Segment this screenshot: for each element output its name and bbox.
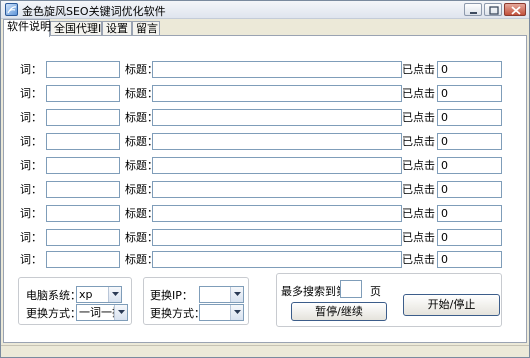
chevron-down-icon[interactable] bbox=[230, 287, 243, 302]
word-input[interactable] bbox=[46, 181, 120, 198]
title-input[interactable] bbox=[152, 229, 402, 246]
word-label: 词： bbox=[20, 231, 42, 244]
word-label: 词： bbox=[20, 183, 42, 196]
page-unit-label: 页 bbox=[370, 285, 381, 298]
clicks-label: 已点击 bbox=[402, 111, 435, 124]
change-mode-label: 更换方式： bbox=[26, 307, 81, 320]
clicks-label: 已点击 bbox=[402, 253, 435, 266]
clicks-label: 已点击 bbox=[402, 135, 435, 148]
ip-settings-group: 更换IP： 更换方式： bbox=[143, 277, 249, 325]
word-input[interactable] bbox=[46, 61, 120, 78]
word-label: 词： bbox=[20, 207, 42, 220]
os-label: 电脑系统： bbox=[26, 289, 81, 302]
title-input[interactable] bbox=[152, 109, 402, 126]
max-search-label: 最多搜索到第 bbox=[281, 285, 347, 298]
word-input[interactable] bbox=[46, 157, 120, 174]
maximize-button[interactable] bbox=[484, 3, 502, 16]
tab-software-info[interactable]: 软件说明 bbox=[3, 19, 51, 37]
word-label: 词： bbox=[20, 253, 42, 266]
minimize-button[interactable] bbox=[464, 3, 482, 16]
tab-messages[interactable]: 留言 bbox=[132, 21, 160, 36]
word-input[interactable] bbox=[46, 109, 120, 126]
pause-continue-button[interactable]: 暂停/继续 bbox=[291, 302, 387, 321]
title-input[interactable] bbox=[152, 85, 402, 102]
title-input[interactable] bbox=[152, 133, 402, 150]
clicks-label: 已点击 bbox=[402, 207, 435, 220]
clicks-count-field[interactable]: 0 bbox=[437, 61, 502, 78]
clicks-count-field[interactable]: 0 bbox=[437, 251, 502, 268]
app-window: 金色旋风SEO关键词优化软件 软件说明 全国代理IP 设置 留言 词： 标题： … bbox=[0, 0, 530, 358]
word-input[interactable] bbox=[46, 85, 120, 102]
change-ip-select[interactable] bbox=[199, 286, 244, 303]
chevron-down-icon[interactable] bbox=[114, 305, 127, 320]
close-button[interactable] bbox=[504, 3, 526, 16]
clicks-label: 已点击 bbox=[402, 183, 435, 196]
word-label: 词： bbox=[20, 63, 42, 76]
change-mode-select-value: 一词一换 bbox=[79, 306, 115, 319]
word-input[interactable] bbox=[46, 229, 120, 246]
word-label: 词： bbox=[20, 87, 42, 100]
word-label: 词： bbox=[20, 111, 42, 124]
title-input[interactable] bbox=[152, 251, 402, 268]
max-search-page-input[interactable] bbox=[340, 280, 362, 298]
change-mode-select[interactable]: 一词一换 bbox=[76, 304, 128, 321]
title-input[interactable] bbox=[152, 61, 402, 78]
search-control-group: 最多搜索到第 页 暂停/继续 开始/停止 bbox=[276, 273, 502, 327]
title-input[interactable] bbox=[152, 157, 402, 174]
start-stop-button[interactable]: 开始/停止 bbox=[403, 294, 500, 316]
tab-settings[interactable]: 设置 bbox=[102, 21, 132, 36]
title-bar[interactable]: 金色旋风SEO关键词优化软件 bbox=[1, 1, 529, 19]
os-select[interactable]: xp bbox=[76, 286, 122, 303]
word-input[interactable] bbox=[46, 205, 120, 222]
clicks-count-field[interactable]: 0 bbox=[437, 109, 502, 126]
clicks-label: 已点击 bbox=[402, 159, 435, 172]
clicks-count-field[interactable]: 0 bbox=[437, 229, 502, 246]
title-input[interactable] bbox=[152, 181, 402, 198]
clicks-count-field[interactable]: 0 bbox=[437, 85, 502, 102]
tab-proxy-ip[interactable]: 全国代理IP bbox=[50, 21, 108, 36]
os-select-value: xp bbox=[79, 288, 93, 301]
clicks-label: 已点击 bbox=[402, 63, 435, 76]
word-label: 词： bbox=[20, 159, 42, 172]
word-input[interactable] bbox=[46, 133, 120, 150]
change-ip-label: 更换IP： bbox=[150, 289, 193, 302]
chevron-down-icon[interactable] bbox=[230, 305, 243, 320]
clicks-label: 已点击 bbox=[402, 87, 435, 100]
clicks-count-field[interactable]: 0 bbox=[437, 205, 502, 222]
clicks-label: 已点击 bbox=[402, 231, 435, 244]
window-title: 金色旋风SEO关键词优化软件 bbox=[22, 5, 166, 18]
clicks-count-field[interactable]: 0 bbox=[437, 157, 502, 174]
system-settings-group: 电脑系统： xp 更换方式： 一词一换 bbox=[18, 277, 132, 325]
chevron-down-icon[interactable] bbox=[108, 287, 121, 302]
word-label: 词： bbox=[20, 135, 42, 148]
word-input[interactable] bbox=[46, 251, 120, 268]
clicks-count-field[interactable]: 0 bbox=[437, 181, 502, 198]
change-mode2-label: 更换方式： bbox=[150, 307, 205, 320]
clicks-count-field[interactable]: 0 bbox=[437, 133, 502, 150]
title-input[interactable] bbox=[152, 205, 402, 222]
app-logo-icon bbox=[5, 3, 18, 16]
tab-panel-software-info: 词： 标题： 已点击 0 词： 标题： 已点击 0 词： 标题： 已点击 0 词… bbox=[3, 35, 527, 343]
change-mode2-select[interactable] bbox=[199, 304, 244, 321]
status-bar bbox=[1, 345, 529, 357]
